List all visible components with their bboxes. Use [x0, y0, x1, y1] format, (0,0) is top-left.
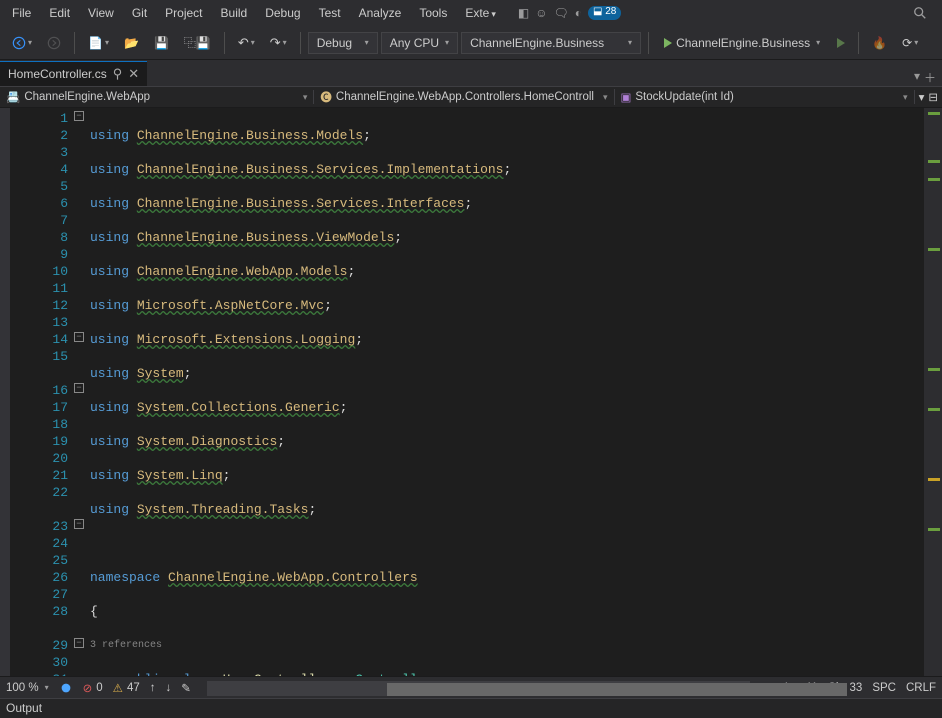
github-icon[interactable]: ◐ — [575, 6, 582, 20]
fold-toggle[interactable]: − — [74, 638, 84, 648]
menu-analyze[interactable]: Analyze — [351, 3, 410, 23]
fold-toggle[interactable]: − — [74, 332, 84, 342]
open-file-button[interactable]: 📂 — [118, 32, 145, 54]
hot-reload-button[interactable]: 🔥 — [866, 32, 893, 54]
tab-add-button[interactable]: ＋ — [924, 69, 936, 86]
split-editor-button[interactable]: ▾ — [919, 90, 925, 104]
startup-project-dropdown[interactable]: ChannelEngine.Business▾ — [461, 32, 641, 54]
toolbar: ▾ 📄▾ 📂 💾 ⿻💾 ▾ ▾ Debug▾ Any CPU▾ ChannelE… — [0, 26, 942, 60]
nav-back-button[interactable]: ▾ — [6, 32, 38, 54]
pin-icon[interactable]: ⚲ — [113, 66, 123, 82]
save-button[interactable]: 💾 — [148, 32, 175, 54]
line-number-gutter: 12345 678910 1112131415 16171819 202122 … — [10, 108, 90, 676]
indent-indicator[interactable]: SPC — [872, 682, 896, 694]
nav-next-issue[interactable]: ↓ — [166, 682, 172, 694]
menu-build[interactable]: Build — [213, 3, 256, 23]
horizontal-scrollbar[interactable] — [207, 679, 750, 696]
maximize-editor-button[interactable]: ⊟ — [928, 90, 938, 104]
navigation-bar: 📇 ChannelEngine.WebApp▾ 🅒 ChannelEngine.… — [0, 86, 942, 108]
health-indicator[interactable] — [59, 681, 73, 695]
refresh-button[interactable]: ⟳▾ — [896, 32, 924, 54]
editor-marker-bar[interactable] — [924, 108, 942, 676]
document-tab[interactable]: HomeController.cs ⚲ ✕ — [0, 61, 147, 86]
nav-class-dropdown[interactable]: 🅒 ChannelEngine.WebApp.Controllers.HomeC… — [314, 89, 614, 105]
undo-button[interactable]: ▾ — [232, 31, 261, 55]
badge-count[interactable]: ⬓ 28 — [588, 6, 621, 20]
start-debug-button[interactable]: ChannelEngine.Business ▾ — [656, 33, 828, 53]
platform-dropdown[interactable]: Any CPU▾ — [381, 32, 458, 54]
start-without-debug-button[interactable] — [831, 34, 851, 52]
preview-feature-icon[interactable]: ◧ — [518, 6, 529, 20]
play-icon — [664, 38, 672, 48]
tab-label: HomeController.cs — [8, 67, 107, 81]
fold-toggle[interactable]: − — [74, 519, 84, 529]
menu-file[interactable]: File — [4, 3, 39, 23]
fold-toggle[interactable]: − — [74, 383, 84, 393]
menu-tools[interactable]: Tools — [411, 3, 455, 23]
tab-overflow-button[interactable]: ▾ — [914, 69, 920, 86]
menu-bar: File Edit View Git Project Build Debug T… — [0, 0, 942, 26]
nav-forward-button — [41, 32, 67, 54]
fold-toggle[interactable]: − — [74, 111, 84, 121]
nav-project-dropdown[interactable]: 📇 ChannelEngine.WebApp▾ — [0, 90, 314, 104]
save-all-button[interactable]: ⿻💾 — [178, 30, 217, 55]
tools-button[interactable]: ✎ — [181, 681, 191, 695]
menu-git[interactable]: Git — [124, 3, 155, 23]
configuration-dropdown[interactable]: Debug▾ — [308, 32, 378, 54]
class-icon: 🅒 — [320, 89, 332, 105]
menu-test[interactable]: Test — [311, 3, 349, 23]
output-panel[interactable]: Output — [0, 698, 942, 718]
menu-edit[interactable]: Edit — [41, 3, 78, 23]
editor: 12345 678910 1112131415 16171819 202122 … — [0, 108, 942, 676]
scrollbar-thumb[interactable] — [387, 683, 847, 696]
line-ending-indicator[interactable]: CRLF — [906, 682, 936, 694]
editor-status-row: 100 % ▾ ⊘ 0 ⚠ 47 ↑ ↓ ✎ ▶ Ln: 41 Ch: 33 S… — [0, 676, 942, 698]
zoom-dropdown[interactable]: 100 % ▾ — [6, 682, 49, 694]
document-tab-bar: HomeController.cs ⚲ ✕ ▾ ＋ — [0, 60, 942, 86]
project-icon: 📇 — [6, 90, 20, 104]
menu-debug[interactable]: Debug — [257, 3, 308, 23]
search-icon[interactable] — [910, 3, 930, 23]
nav-prev-issue[interactable]: ↑ — [150, 682, 156, 694]
warning-count[interactable]: ⚠ 47 — [113, 681, 140, 695]
menu-view[interactable]: View — [80, 3, 122, 23]
feedback-icon[interactable]: ☺ — [535, 6, 547, 20]
editor-left-margin — [0, 108, 10, 676]
redo-button[interactable]: ▾ — [264, 31, 293, 55]
close-icon[interactable]: ✕ — [128, 66, 139, 82]
menu-project[interactable]: Project — [157, 3, 210, 23]
menu-extensions[interactable]: Exte▾ — [457, 3, 504, 23]
method-icon: ▣ — [621, 90, 632, 104]
codelens-link[interactable]: 3 references — [90, 637, 162, 654]
code-text-area[interactable]: using ChannelEngine.Business.Models; usi… — [90, 108, 924, 676]
notifications-icon[interactable]: 🗨 — [553, 6, 568, 20]
output-title: Output — [6, 701, 42, 715]
error-count[interactable]: ⊘ 0 — [83, 681, 103, 695]
new-item-button[interactable]: 📄▾ — [82, 32, 115, 54]
nav-member-dropdown[interactable]: ▣ StockUpdate(int Id)▾ — [615, 90, 915, 104]
